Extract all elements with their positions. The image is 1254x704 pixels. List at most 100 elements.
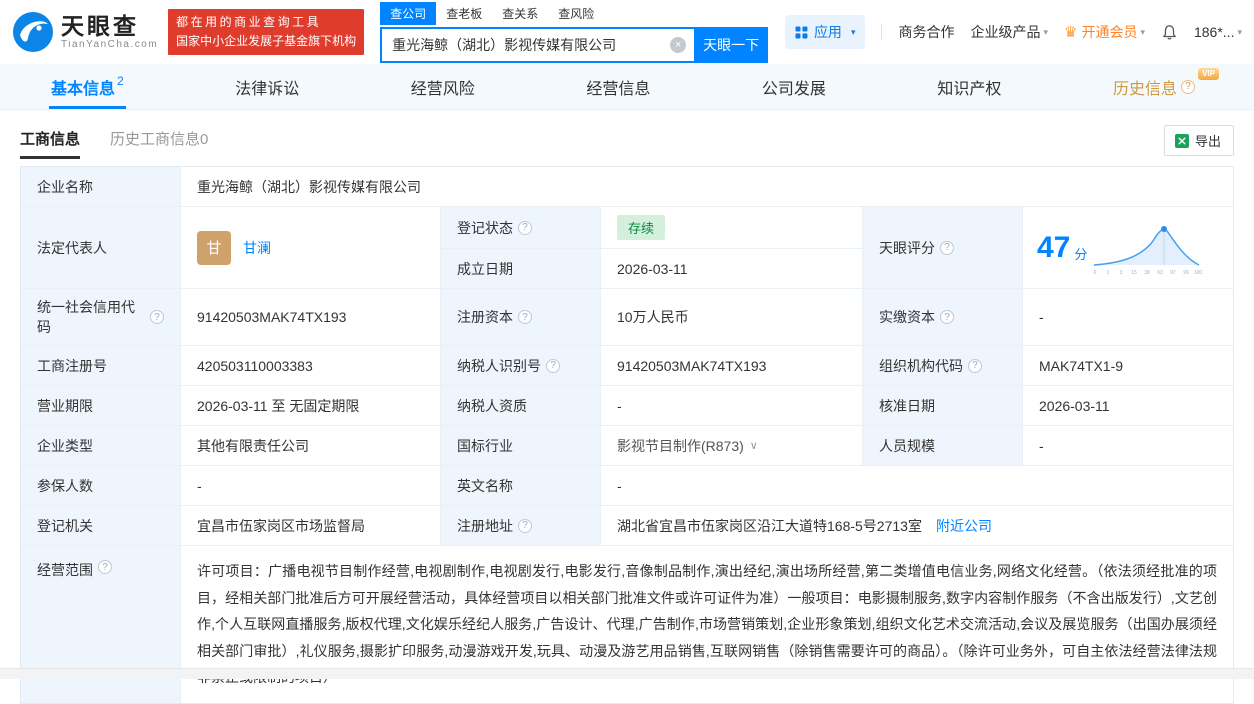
svg-text:97: 97 <box>1171 270 1177 276</box>
page-footer-strip <box>0 668 1254 679</box>
svg-text:3: 3 <box>1120 270 1123 276</box>
subsection-tabs: 工商信息 历史工商信息0 导出 <box>0 110 1254 162</box>
registered-capital-label: 注册资本 ? <box>441 289 601 346</box>
search-tab-relation[interactable]: 查关系 <box>492 2 548 25</box>
business-cooperation-link[interactable]: 商务合作 <box>898 22 954 42</box>
registration-status-label: 登记状态 ? <box>441 207 601 249</box>
credit-code-label: 统一社会信用代码 ? <box>21 289 181 346</box>
promo-banner: 都在用的商业查询工具 国家中小企业发展子基金旗下机构 <box>168 9 365 55</box>
tab-operating-risk[interactable]: 经营风险 <box>405 64 481 109</box>
org-code-value: MAK74TX1-9 <box>1023 346 1233 386</box>
search-button[interactable]: 天眼一下 <box>694 26 769 63</box>
tab-label: 经营风险 <box>410 80 475 98</box>
score-unit: 分 <box>1074 247 1088 262</box>
chevron-down-icon: ▾ <box>1140 26 1145 37</box>
crown-icon: ♛ <box>1064 24 1078 41</box>
help-icon[interactable]: ? <box>968 358 982 373</box>
help-icon[interactable]: ? <box>1180 79 1195 94</box>
open-membership-menu[interactable]: ♛ 开通会员 ▾ <box>1064 22 1145 42</box>
tab-label: 经营信息 <box>586 80 651 98</box>
svg-text:38: 38 <box>1145 270 1151 276</box>
svg-text:100: 100 <box>1194 270 1203 276</box>
tab-history-info[interactable]: VIP 历史信息 ? <box>1107 64 1219 109</box>
enterprise-products-menu[interactable]: 企业级产品 ▾ <box>970 22 1048 42</box>
nearby-companies-link[interactable]: 附近公司 <box>936 516 992 536</box>
search-tab-company[interactable]: 查公司 <box>380 1 437 25</box>
search-tab-risk[interactable]: 查风险 <box>548 2 604 25</box>
business-scope-value: 许可项目：广播电视节目制作经营,电视剧制作,电视剧发行,电影发行,音像制品制作,… <box>181 546 1233 703</box>
tianyan-score-label: 天眼评分 ? <box>863 207 1023 289</box>
app-grid-icon <box>795 25 808 38</box>
subtab-count: 0 <box>200 131 209 148</box>
export-button[interactable]: 导出 <box>1163 125 1234 156</box>
apps-menu[interactable]: 应用 ▾ <box>784 15 866 49</box>
tab-operating-info[interactable]: 经营信息 <box>580 64 656 109</box>
approval-date-value: 2026-03-11 <box>1023 386 1233 426</box>
taxpayer-id-value: 91420503MAK74TX193 <box>601 346 863 386</box>
industry-value[interactable]: 影视节目制作(R873) ∨ <box>601 426 863 466</box>
paid-capital-label: 实缴资本 ? <box>863 289 1023 346</box>
establish-date-value: 2026-03-11 <box>601 249 863 289</box>
establish-date-label: 成立日期 <box>441 249 601 289</box>
subtab-business-info[interactable]: 工商信息 <box>20 128 81 159</box>
business-term-value: 2026-03-11 至 无固定期限 <box>181 386 441 426</box>
chevron-down-icon: ▾ <box>1237 26 1242 37</box>
tab-company-development[interactable]: 公司发展 <box>756 64 832 109</box>
tab-label: 法律诉讼 <box>235 80 300 98</box>
help-icon[interactable]: ? <box>518 220 532 235</box>
registered-address-value: 湖北省宜昌市伍家岗区沿江大道特168-5号2713室 附近公司 <box>601 506 1233 546</box>
help-icon[interactable]: ? <box>518 310 532 324</box>
tab-legal-proceedings[interactable]: 法律诉讼 <box>229 64 305 109</box>
business-scope-label: 经营范围 ? <box>21 546 181 703</box>
help-icon[interactable]: ? <box>940 240 954 255</box>
taxpayer-quality-value: - <box>601 386 863 426</box>
vip-badge: VIP <box>1198 68 1219 80</box>
credit-code-value: 91420503MAK74TX193 <box>181 289 441 346</box>
svg-text:99: 99 <box>1184 270 1190 276</box>
chevron-down-icon: ▾ <box>1043 26 1048 37</box>
svg-text:15: 15 <box>1132 270 1138 276</box>
org-code-label: 组织机构代码 ? <box>863 346 1023 386</box>
business-registration-table: 企业名称 重光海鲸（湖北）影视传媒有限公司 法定代表人 甘 甘澜 登记状态 ? … <box>20 166 1234 704</box>
bell-icon <box>1163 24 1176 39</box>
user-phone-masked: 186*... <box>1193 24 1235 40</box>
help-icon[interactable]: ? <box>518 518 532 533</box>
search-input[interactable] <box>380 26 695 63</box>
english-name-label: 英文名称 <box>441 466 601 506</box>
tab-label: 历史信息 <box>1112 80 1177 98</box>
svg-text:1: 1 <box>1107 270 1110 276</box>
search-tabs: 查公司 查老板 查关系 查风险 <box>380 1 768 25</box>
search-area: 查公司 查老板 查关系 查风险 × 天眼一下 <box>380 1 769 63</box>
help-icon[interactable]: ? <box>150 310 164 324</box>
industry-label: 国标行业 <box>441 426 601 466</box>
insured-count-value: - <box>181 466 441 506</box>
legal-rep-name-link[interactable]: 甘澜 <box>243 238 271 258</box>
company-section-nav: 基本信息 2 法律诉讼 经营风险 经营信息 公司发展 知识产权 VIP 历史信息… <box>0 64 1254 110</box>
company-name-label: 企业名称 <box>21 167 181 207</box>
legal-rep-avatar[interactable]: 甘 <box>197 230 231 265</box>
staff-size-value: - <box>1023 426 1233 466</box>
tab-intellectual-property[interactable]: 知识产权 <box>931 64 1007 109</box>
chevron-down-icon[interactable]: ∨ <box>750 439 758 452</box>
excel-export-icon <box>1174 133 1189 148</box>
user-account-menu[interactable]: 186*... ▾ <box>1194 24 1242 40</box>
legal-rep-value: 甘 甘澜 <box>181 207 441 289</box>
tab-basic-info[interactable]: 基本信息 2 <box>45 64 130 109</box>
help-icon[interactable]: ? <box>98 560 112 574</box>
score-number: 47 <box>1037 230 1071 264</box>
notifications-button[interactable] <box>1161 24 1178 41</box>
tab-label: 基本信息 <box>51 80 116 98</box>
apps-menu-label: 应用 <box>813 24 842 40</box>
clear-search-icon[interactable]: × <box>670 36 687 53</box>
tab-label: 公司发展 <box>761 80 826 98</box>
tianyancha-logo[interactable]: 天眼查 TianYanCha.com <box>12 11 158 53</box>
tab-label: 知识产权 <box>937 80 1002 98</box>
subtab-history-business-info[interactable]: 历史工商信息0 <box>110 128 208 159</box>
registered-address-label: 注册地址 ? <box>441 506 601 546</box>
search-tab-boss[interactable]: 查老板 <box>436 2 492 25</box>
help-icon[interactable]: ? <box>940 310 954 324</box>
help-icon[interactable]: ? <box>546 358 560 373</box>
company-name-value: 重光海鲸（湖北）影视传媒有限公司 <box>181 167 1233 207</box>
top-header: 天眼查 TianYanCha.com 都在用的商业查询工具 国家中小企业发展子基… <box>0 0 1254 64</box>
svg-text:63: 63 <box>1158 270 1164 276</box>
